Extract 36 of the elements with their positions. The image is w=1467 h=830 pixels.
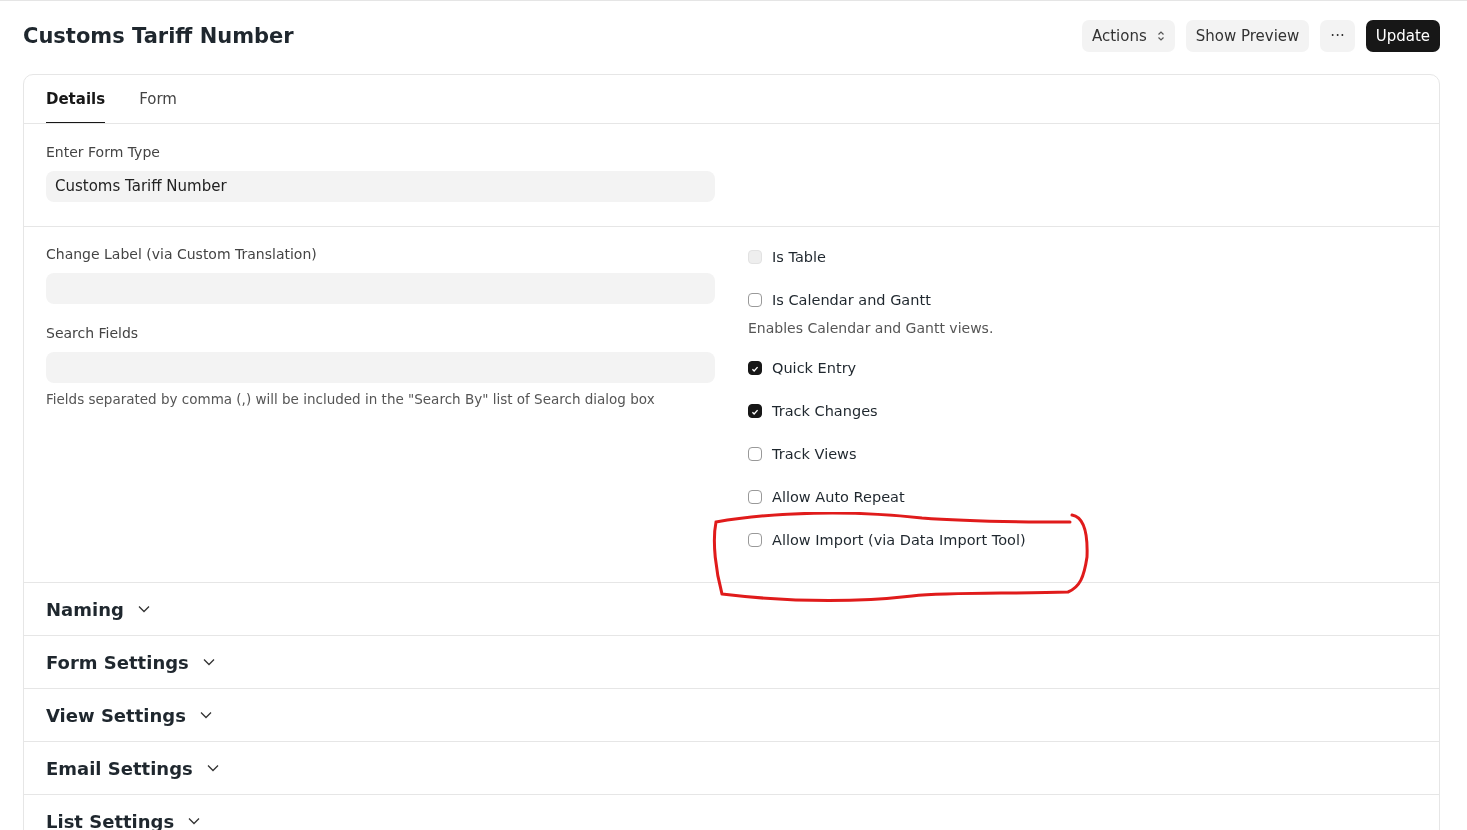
updown-caret-icon bbox=[1156, 30, 1165, 42]
field-label: Enter Form Type bbox=[46, 144, 161, 160]
checkbox-label: Track Changes bbox=[772, 403, 878, 419]
form-type-field[interactable]: Customs Tariff Number bbox=[46, 171, 715, 202]
field-label: Search Fields bbox=[46, 325, 140, 341]
section-toggle[interactable]: Form Settings bbox=[46, 651, 189, 673]
checkbox[interactable] bbox=[748, 533, 762, 547]
checkbox-label: Is Table bbox=[772, 249, 826, 265]
checkbox-label: Track Views bbox=[772, 446, 857, 462]
checkbox[interactable] bbox=[748, 447, 762, 461]
checkbox-label: Quick Entry bbox=[772, 360, 857, 376]
checkbox-label: Is Calendar and Gantt bbox=[772, 292, 931, 308]
chevron-icon[interactable] bbox=[137, 605, 150, 613]
checkbox[interactable] bbox=[748, 293, 762, 307]
section-toggle[interactable]: Email Settings bbox=[46, 757, 193, 779]
toolbar-button[interactable]: Show Preview bbox=[1185, 20, 1310, 52]
section-toggle[interactable]: View Settings bbox=[46, 704, 186, 726]
update-button[interactable]: Update bbox=[1365, 20, 1440, 52]
chevron-icon[interactable] bbox=[202, 658, 215, 666]
chevron-icon[interactable] bbox=[206, 764, 219, 772]
actions-button[interactable]: Actions bbox=[1081, 20, 1175, 52]
help-text: Fields separated by comma (,) will be included in the "Search By" list of Search dialog box bbox=[46, 391, 656, 407]
checkbox-label: Allow Import (via Data Import Tool) bbox=[772, 532, 1026, 548]
checkbox-description: Enables Calendar and Gantt views. bbox=[748, 320, 995, 336]
checkbox[interactable] bbox=[748, 361, 762, 375]
field-label: Change Label (via Custom Translation) bbox=[46, 246, 318, 262]
page-title: Customs Tariff Number bbox=[23, 24, 294, 48]
tab[interactable]: Form bbox=[139, 75, 177, 123]
section-toggle[interactable]: Naming bbox=[46, 598, 124, 620]
checkbox[interactable] bbox=[748, 490, 762, 504]
chevron-icon[interactable] bbox=[188, 817, 201, 825]
checkbox[interactable] bbox=[748, 404, 762, 418]
checkbox-label: Allow Auto Repeat bbox=[772, 489, 905, 505]
toolbar-button[interactable]: ··· bbox=[1320, 20, 1355, 52]
tab[interactable]: Details bbox=[46, 75, 106, 123]
chevron-icon[interactable] bbox=[199, 711, 212, 719]
